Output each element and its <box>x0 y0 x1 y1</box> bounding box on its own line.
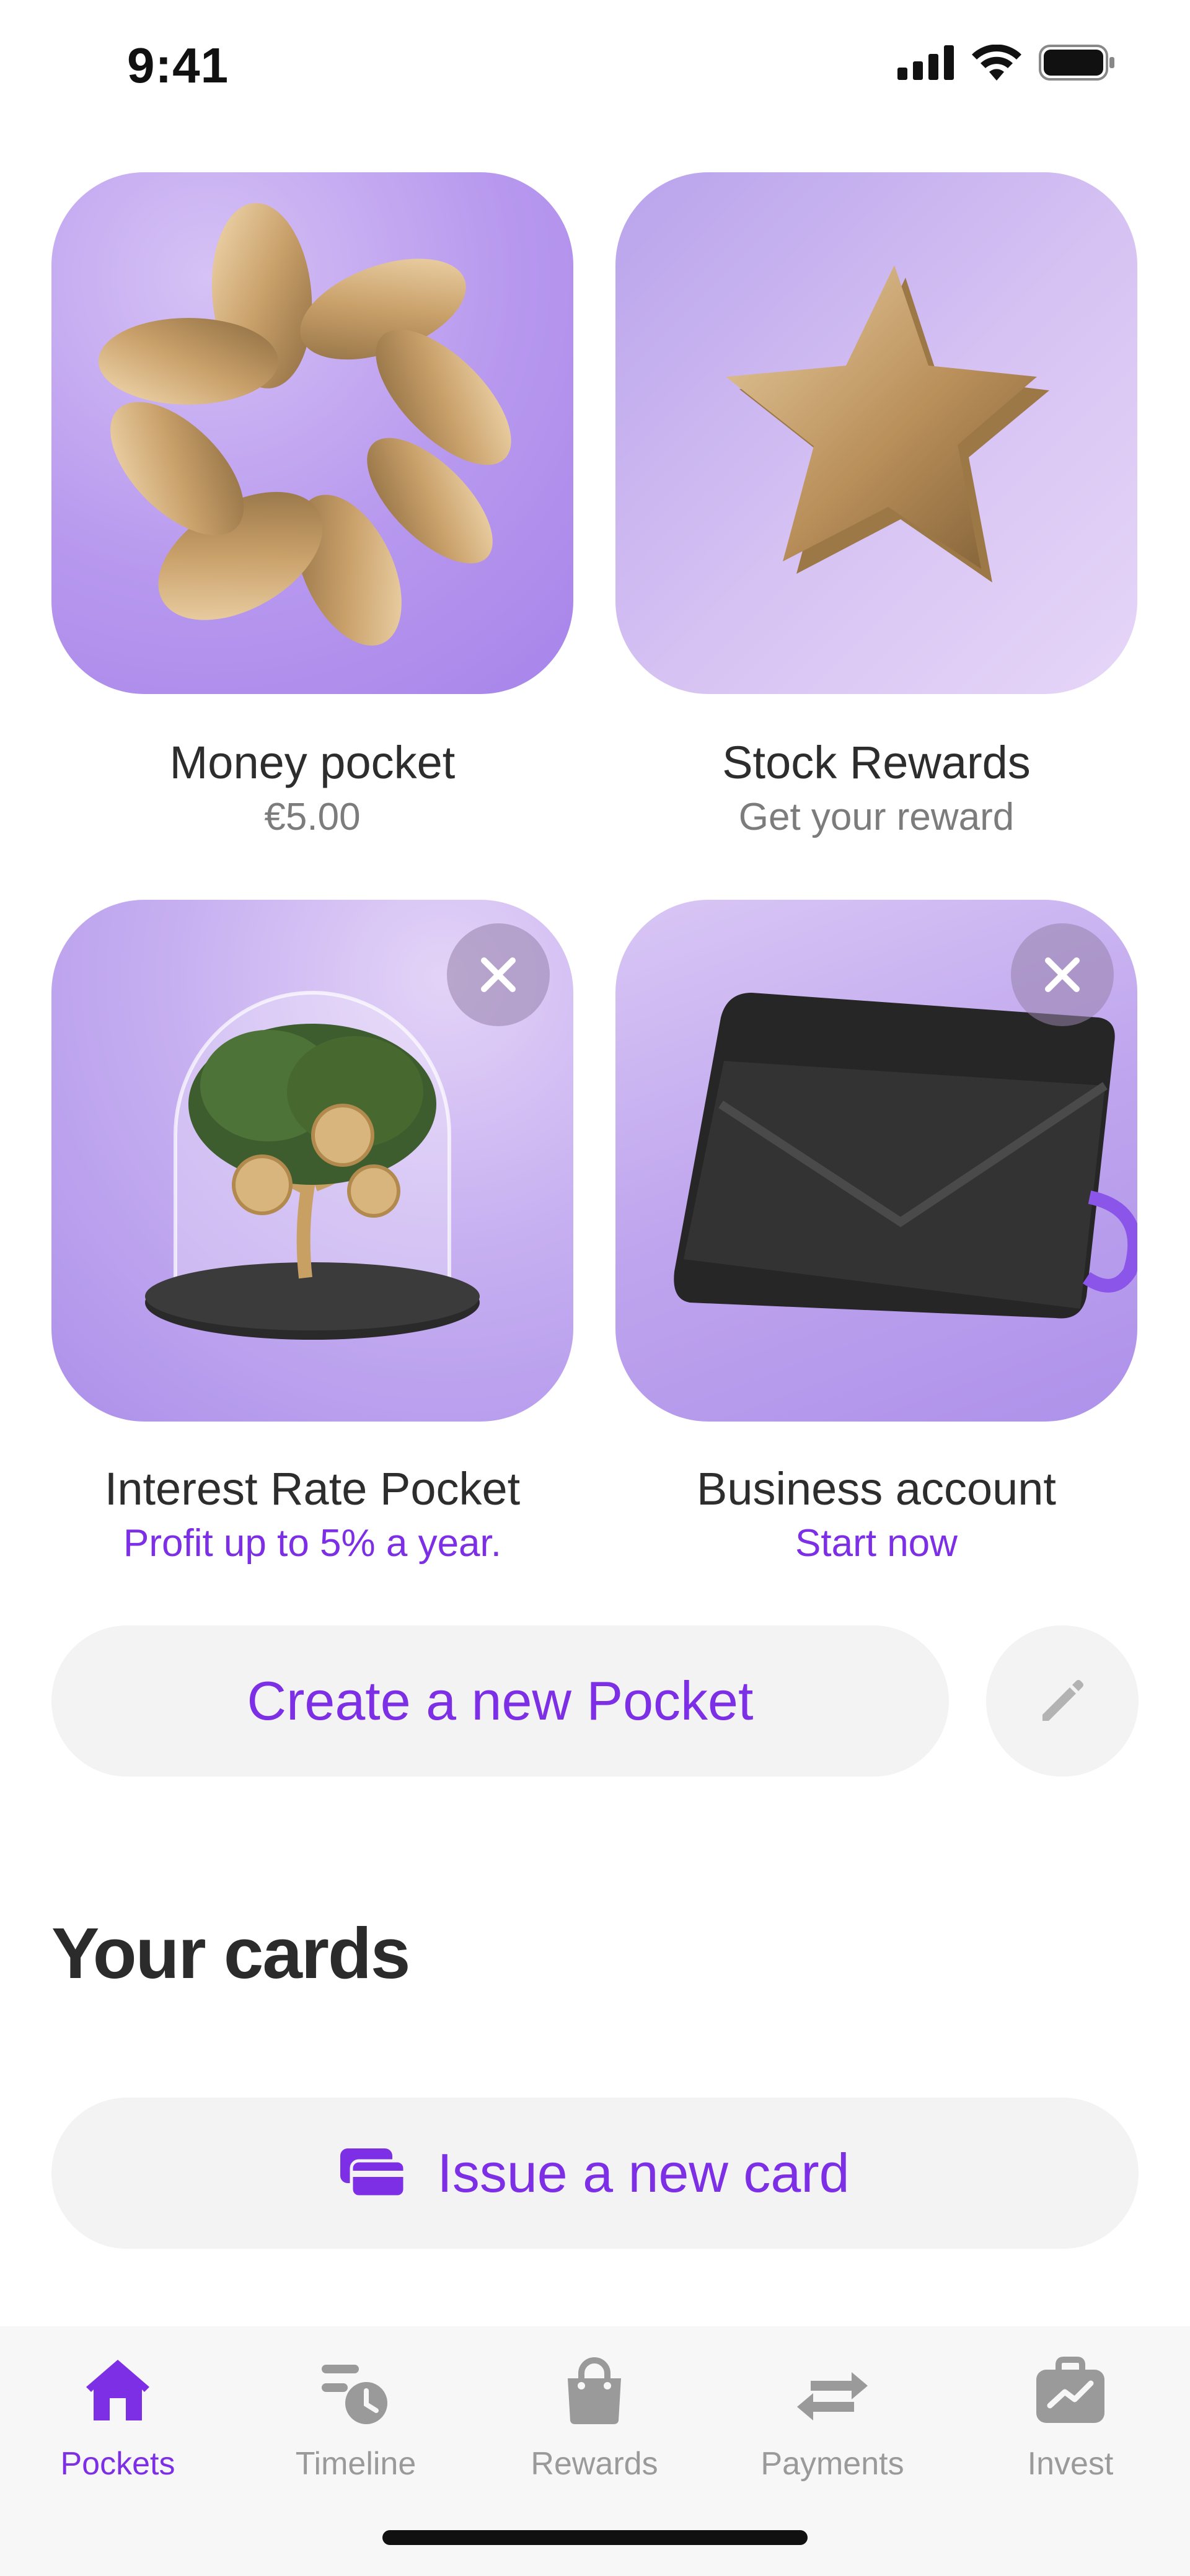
tab-label: Timeline <box>295 2446 416 2482</box>
tab-invest[interactable]: Invest <box>977 2351 1163 2482</box>
tab-pockets[interactable]: Pockets <box>25 2351 211 2482</box>
home-indicator[interactable] <box>382 2530 808 2545</box>
business-account-caption: Business account Start now <box>615 1462 1137 1565</box>
home-icon <box>86 2360 149 2420</box>
tab-label: Invest <box>1027 2446 1114 2482</box>
status-time: 9:41 <box>127 38 229 93</box>
edit-button[interactable] <box>986 1625 1139 1777</box>
issue-card-button[interactable]: Issue a new card <box>51 2098 1139 2249</box>
pocket-subtitle: Get your reward <box>738 796 1015 838</box>
signal-icon <box>897 45 954 80</box>
pocket-title: Interest Rate Pocket <box>104 1463 521 1514</box>
wifi-icon <box>972 45 1021 81</box>
your-cards-title: Your cards <box>51 1913 410 1994</box>
coins-illustration-icon <box>98 203 511 646</box>
pocket-subtitle[interactable]: Start now <box>615 1521 1137 1565</box>
pocket-title: Money pocket <box>169 737 456 788</box>
pocket-subtitle[interactable]: Profit up to 5% a year. <box>51 1521 573 1565</box>
create-pocket-button[interactable]: Create a new Pocket <box>51 1625 949 1777</box>
tab-payments[interactable]: Payments <box>739 2351 925 2482</box>
tab-rewards[interactable]: Rewards <box>501 2351 687 2482</box>
close-icon <box>1045 957 1080 992</box>
timeline-icon <box>322 2365 387 2424</box>
interest-rate-caption: Interest Rate Pocket Profit up to 5% a y… <box>51 1462 573 1565</box>
pocket-title: Stock Rewards <box>722 737 1031 788</box>
tab-label: Payments <box>760 2446 904 2482</box>
money-pocket-caption: Money pocket €5.00 <box>51 736 573 839</box>
transfer-arrows-icon <box>797 2372 868 2420</box>
pencil-icon <box>1042 1680 1083 1721</box>
pocket-balance: €5.00 <box>264 796 361 838</box>
pocket-title: Business account <box>696 1463 1056 1514</box>
shopping-bag-icon <box>568 2357 621 2424</box>
briefcase-chart-icon <box>1036 2357 1104 2423</box>
stock-rewards-caption: Stock Rewards Get your reward <box>615 736 1137 839</box>
issue-card-label: Issue a new card <box>437 2142 850 2204</box>
business-account-tile[interactable] <box>615 900 1137 1422</box>
close-button[interactable] <box>1011 923 1114 1026</box>
close-icon <box>481 957 516 992</box>
tab-timeline[interactable]: Timeline <box>263 2351 449 2482</box>
status-icons <box>897 45 1116 81</box>
stock-rewards-tile[interactable] <box>615 172 1137 694</box>
close-button[interactable] <box>447 923 550 1026</box>
star-illustration-icon <box>726 265 1049 582</box>
interest-rate-pocket-tile[interactable] <box>51 900 573 1422</box>
money-pocket-tile[interactable] <box>51 172 573 694</box>
battery-icon <box>1039 45 1114 81</box>
tab-label: Rewards <box>531 2446 658 2482</box>
cards-icon <box>340 2148 405 2198</box>
tab-label: Pockets <box>60 2446 175 2482</box>
